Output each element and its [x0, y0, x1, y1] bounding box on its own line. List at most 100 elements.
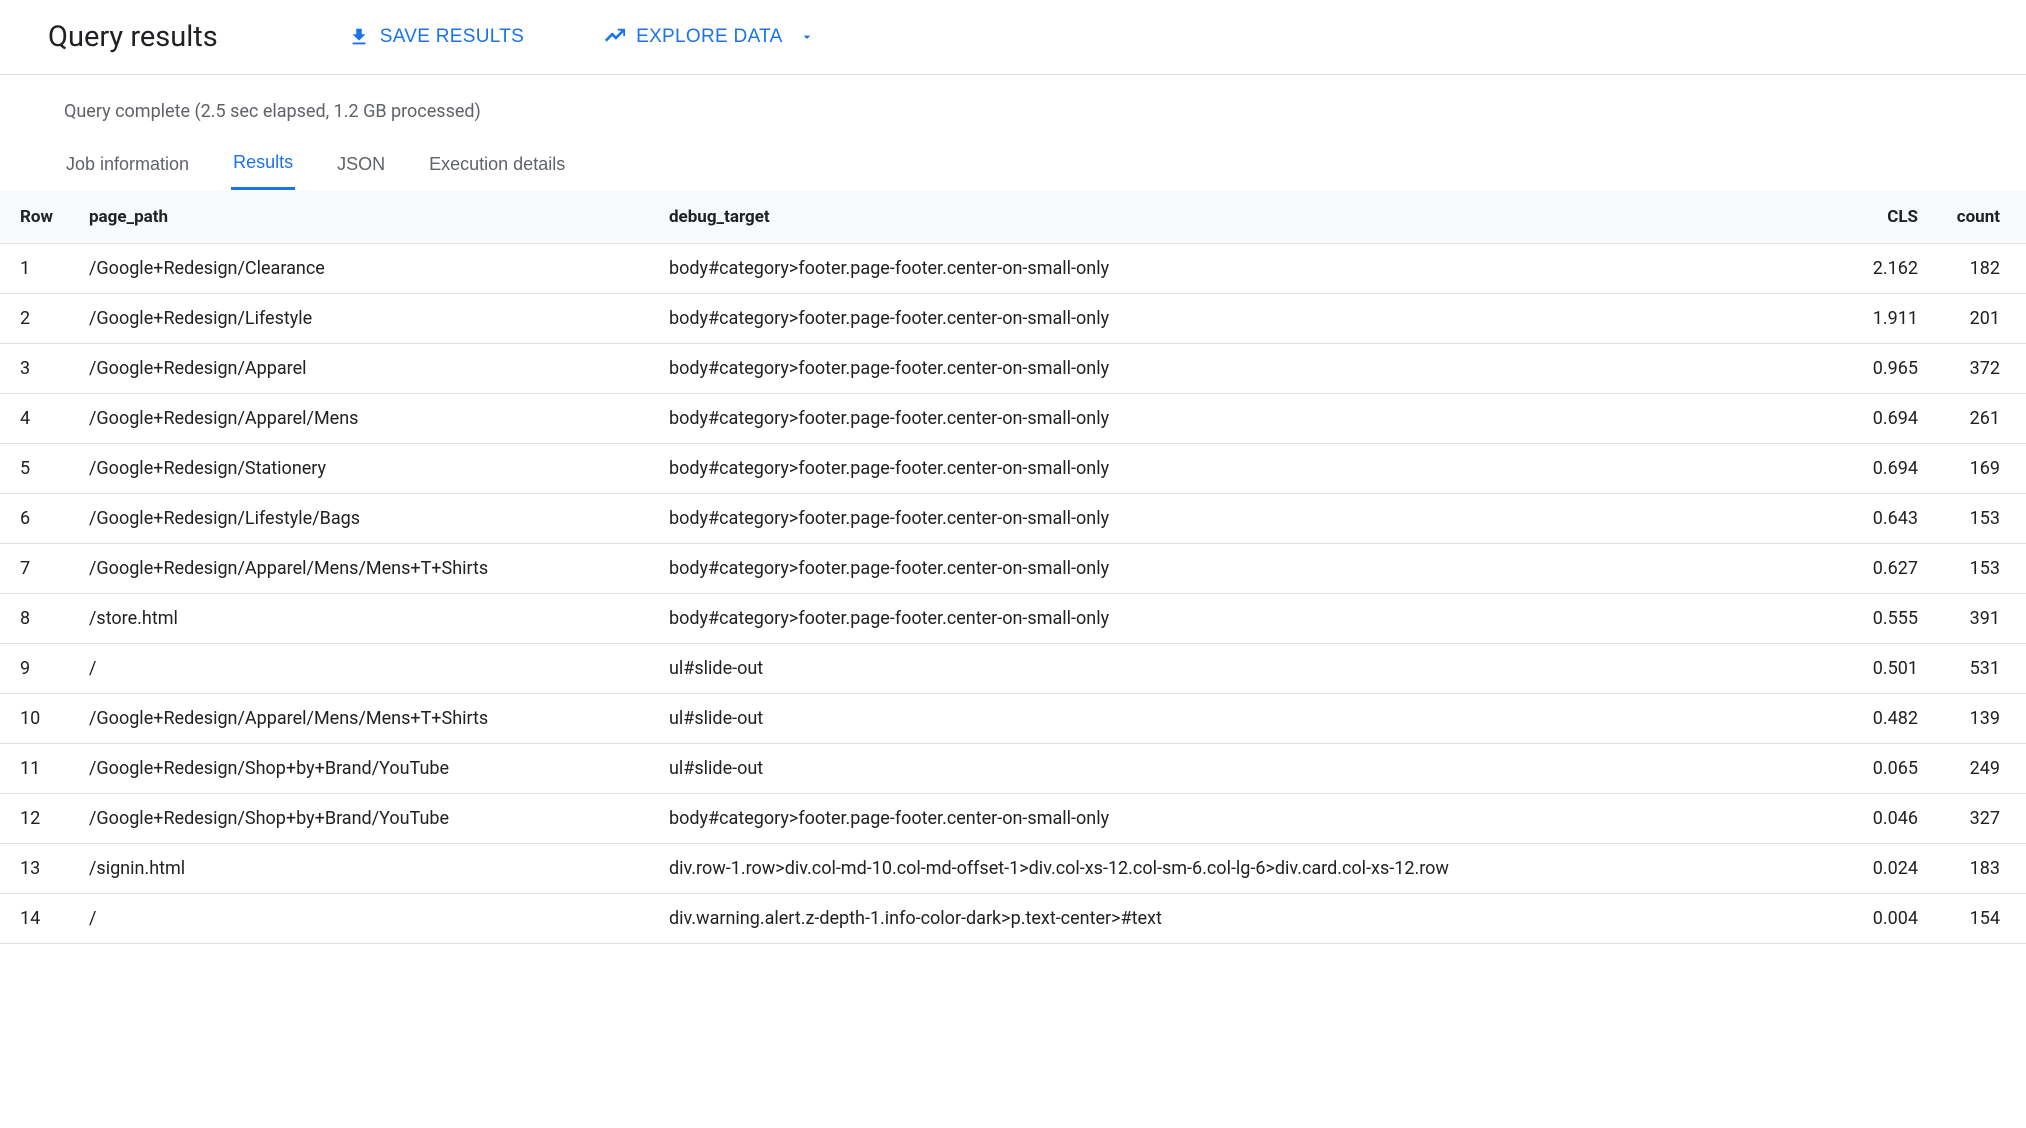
col-header-cls: CLS — [1846, 191, 1936, 244]
cell-debug-target: div.row-1.row>div.col-md-10.col-md-offse… — [651, 844, 1846, 894]
cell-row-num: 14 — [0, 894, 71, 944]
cell-row-num: 5 — [0, 444, 71, 494]
cell-count: 153 — [1936, 494, 2026, 544]
cell-row-num: 2 — [0, 294, 71, 344]
cell-count: 327 — [1936, 794, 2026, 844]
cell-cls: 0.046 — [1846, 794, 1936, 844]
table-row: 2/Google+Redesign/Lifestylebody#category… — [0, 294, 2026, 344]
cell-count: 372 — [1936, 344, 2026, 394]
cell-page-path: /Google+Redesign/Lifestyle — [71, 294, 651, 344]
cell-count: 201 — [1936, 294, 2026, 344]
table-row: 4/Google+Redesign/Apparel/Mensbody#categ… — [0, 394, 2026, 444]
table-row: 8/store.htmlbody#category>footer.page-fo… — [0, 594, 2026, 644]
chevron-down-icon — [799, 29, 815, 45]
cell-page-path: / — [71, 894, 651, 944]
explore-data-button[interactable]: EXPLORE DATA — [594, 20, 825, 54]
cell-debug-target: ul#slide-out — [651, 694, 1846, 744]
chart-icon — [604, 26, 626, 48]
cell-count: 182 — [1936, 244, 2026, 294]
page-title: Query results — [48, 20, 218, 54]
save-results-button[interactable]: SAVE RESULTS — [338, 20, 534, 54]
cell-cls: 2.162 — [1846, 244, 1936, 294]
col-header-row: Row — [0, 191, 71, 244]
cell-page-path: /Google+Redesign/Apparel — [71, 344, 651, 394]
cell-count: 249 — [1936, 744, 2026, 794]
result-tabs: Job information Results JSON Execution d… — [0, 132, 2026, 191]
cell-debug-target: body#category>footer.page-footer.center-… — [651, 294, 1846, 344]
cell-cls: 0.065 — [1846, 744, 1936, 794]
table-row: 7/Google+Redesign/Apparel/Mens/Mens+T+Sh… — [0, 544, 2026, 594]
cell-page-path: /signin.html — [71, 844, 651, 894]
cell-cls: 0.694 — [1846, 394, 1936, 444]
cell-row-num: 9 — [0, 644, 71, 694]
save-results-label: SAVE RESULTS — [380, 26, 524, 48]
cell-cls: 0.482 — [1846, 694, 1936, 744]
cell-debug-target: body#category>footer.page-footer.center-… — [651, 394, 1846, 444]
cell-page-path: /Google+Redesign/Apparel/Mens — [71, 394, 651, 444]
cell-count: 261 — [1936, 394, 2026, 444]
cell-cls: 0.501 — [1846, 644, 1936, 694]
cell-debug-target: body#category>footer.page-footer.center-… — [651, 244, 1846, 294]
cell-cls: 0.965 — [1846, 344, 1936, 394]
cell-row-num: 12 — [0, 794, 71, 844]
cell-row-num: 1 — [0, 244, 71, 294]
table-row: 13/signin.htmldiv.row-1.row>div.col-md-1… — [0, 844, 2026, 894]
table-row: 1/Google+Redesign/Clearancebody#category… — [0, 244, 2026, 294]
cell-page-path: /Google+Redesign/Shop+by+Brand/YouTube — [71, 794, 651, 844]
cell-count: 139 — [1936, 694, 2026, 744]
table-row: 11/Google+Redesign/Shop+by+Brand/YouTube… — [0, 744, 2026, 794]
tab-execution-details[interactable]: Execution details — [427, 144, 567, 190]
table-row: 14/div.warning.alert.z-depth-1.info-colo… — [0, 894, 2026, 944]
cell-page-path: /Google+Redesign/Stationery — [71, 444, 651, 494]
cell-count: 531 — [1936, 644, 2026, 694]
table-header-row: Row page_path debug_target CLS count — [0, 191, 2026, 244]
cell-cls: 1.911 — [1846, 294, 1936, 344]
cell-page-path: /store.html — [71, 594, 651, 644]
tab-job-information[interactable]: Job information — [64, 144, 191, 190]
cell-row-num: 10 — [0, 694, 71, 744]
query-status: Query complete (2.5 sec elapsed, 1.2 GB … — [0, 75, 2026, 132]
cell-debug-target: body#category>footer.page-footer.center-… — [651, 494, 1846, 544]
cell-row-num: 3 — [0, 344, 71, 394]
cell-cls: 0.627 — [1846, 544, 1936, 594]
col-header-debug-target: debug_target — [651, 191, 1846, 244]
cell-page-path: /Google+Redesign/Clearance — [71, 244, 651, 294]
results-table: Row page_path debug_target CLS count 1/G… — [0, 191, 2026, 944]
cell-debug-target: body#category>footer.page-footer.center-… — [651, 794, 1846, 844]
cell-cls: 0.694 — [1846, 444, 1936, 494]
cell-row-num: 4 — [0, 394, 71, 444]
cell-count: 391 — [1936, 594, 2026, 644]
tab-json[interactable]: JSON — [335, 144, 387, 190]
cell-debug-target: div.warning.alert.z-depth-1.info-color-d… — [651, 894, 1846, 944]
table-row: 3/Google+Redesign/Apparelbody#category>f… — [0, 344, 2026, 394]
cell-page-path: /Google+Redesign/Shop+by+Brand/YouTube — [71, 744, 651, 794]
cell-cls: 0.643 — [1846, 494, 1936, 544]
cell-row-num: 7 — [0, 544, 71, 594]
cell-debug-target: ul#slide-out — [651, 644, 1846, 694]
col-header-page-path: page_path — [71, 191, 651, 244]
cell-cls: 0.024 — [1846, 844, 1936, 894]
table-row: 5/Google+Redesign/Stationerybody#categor… — [0, 444, 2026, 494]
download-icon — [348, 26, 370, 48]
cell-cls: 0.555 — [1846, 594, 1936, 644]
cell-row-num: 11 — [0, 744, 71, 794]
cell-count: 153 — [1936, 544, 2026, 594]
cell-debug-target: body#category>footer.page-footer.center-… — [651, 544, 1846, 594]
tab-results[interactable]: Results — [231, 144, 295, 190]
table-row: 6/Google+Redesign/Lifestyle/Bagsbody#cat… — [0, 494, 2026, 544]
table-row: 12/Google+Redesign/Shop+by+Brand/YouTube… — [0, 794, 2026, 844]
cell-row-num: 13 — [0, 844, 71, 894]
col-header-count: count — [1936, 191, 2026, 244]
table-row: 9/ul#slide-out0.501531 — [0, 644, 2026, 694]
cell-debug-target: body#category>footer.page-footer.center-… — [651, 594, 1846, 644]
cell-debug-target: body#category>footer.page-footer.center-… — [651, 444, 1846, 494]
explore-data-label: EXPLORE DATA — [636, 26, 783, 48]
table-row: 10/Google+Redesign/Apparel/Mens/Mens+T+S… — [0, 694, 2026, 744]
cell-row-num: 6 — [0, 494, 71, 544]
cell-page-path: /Google+Redesign/Apparel/Mens/Mens+T+Shi… — [71, 694, 651, 744]
cell-row-num: 8 — [0, 594, 71, 644]
cell-count: 183 — [1936, 844, 2026, 894]
cell-debug-target: body#category>footer.page-footer.center-… — [651, 344, 1846, 394]
cell-cls: 0.004 — [1846, 894, 1936, 944]
cell-page-path: /Google+Redesign/Lifestyle/Bags — [71, 494, 651, 544]
